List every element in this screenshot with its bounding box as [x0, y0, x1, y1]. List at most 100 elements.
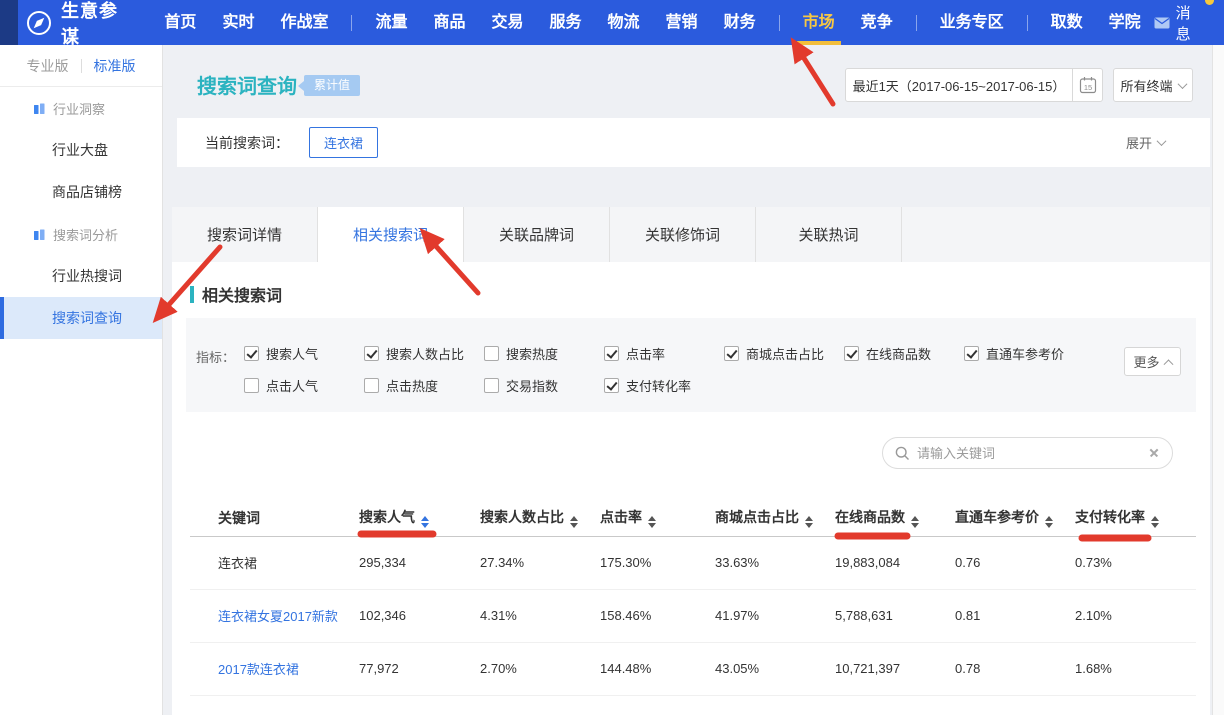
checkbox-icon[interactable]	[964, 346, 979, 361]
checkbox-icon[interactable]	[244, 346, 259, 361]
nav-item-academy[interactable]: 学院	[1096, 0, 1154, 45]
sort-icon[interactable]	[421, 516, 429, 528]
checkbox-search-popularity[interactable]: 搜索人气	[244, 344, 364, 363]
value-cell: 2.70%	[480, 642, 600, 695]
nav-item-logistics[interactable]: 物流	[595, 0, 653, 45]
calendar-segment[interactable]: 15	[1072, 69, 1102, 101]
search-icon	[895, 446, 910, 461]
terminal-dropdown-value: 所有终端	[1120, 76, 1172, 95]
checkbox-icon[interactable]	[244, 378, 259, 393]
sidebar-tab-standard[interactable]: 标准版	[94, 56, 136, 76]
checkbox-icon[interactable]	[604, 378, 619, 393]
checkbox-label: 搜索人气	[266, 344, 318, 363]
checkbox-icon[interactable]	[724, 346, 739, 361]
checkbox-label: 搜索热度	[506, 344, 558, 363]
indicator-panel: 指标： 搜索人气 搜索人数占比 搜索热度 点击率 商城点击占比 在线商品数 直通…	[186, 318, 1196, 412]
checkbox-icon[interactable]	[364, 378, 379, 393]
tab-related-brand-words[interactable]: 关联品牌词	[464, 207, 610, 262]
value-cell: 2.10%	[1075, 589, 1196, 642]
checkbox-label: 搜索人数占比	[386, 344, 464, 363]
value-cell: 33.63%	[715, 536, 835, 589]
checkbox-icon[interactable]	[604, 346, 619, 361]
keyword-cell: 连衣裙	[190, 536, 359, 589]
nav-item-business-zone[interactable]: 业务专区	[927, 0, 1017, 45]
tab-related-search-words[interactable]: 相关搜索词	[318, 207, 464, 262]
nav-divider	[916, 15, 917, 31]
sidebar-group-industry-insight: 行业洞察	[0, 87, 162, 129]
ledger-icon	[33, 102, 46, 115]
sort-icon[interactable]	[805, 516, 813, 528]
sort-icon[interactable]	[1151, 516, 1159, 528]
nav-item-home[interactable]: 首页	[151, 0, 209, 45]
envelope-icon	[1154, 17, 1170, 29]
checkbox-payment-conversion[interactable]: 支付转化率	[604, 376, 724, 395]
nav-item-product[interactable]: 商品	[420, 0, 478, 45]
tab-related-hot-words[interactable]: 关联热词	[756, 207, 902, 262]
clear-icon[interactable]	[1148, 447, 1160, 459]
checkbox-searcher-ratio[interactable]: 搜索人数占比	[364, 344, 484, 363]
column-header-search-popularity: 搜索人气	[359, 500, 480, 536]
nav-item-trade[interactable]: 交易	[479, 0, 537, 45]
sort-icon[interactable]	[911, 516, 919, 528]
checkbox-online-products[interactable]: 在线商品数	[844, 344, 964, 363]
message-button[interactable]: 消息	[1154, 2, 1204, 44]
table-row: 连衣裙 295,334 27.34% 175.30% 33.63% 19,883…	[190, 536, 1196, 589]
sort-icon[interactable]	[570, 516, 578, 528]
nav-item-service[interactable]: 服务	[537, 0, 595, 45]
terminal-dropdown[interactable]: 所有终端	[1113, 68, 1193, 102]
value-cell: 0.73%	[1075, 536, 1196, 589]
checkbox-icon[interactable]	[364, 346, 379, 361]
related-search-words-panel: 相关搜索词 指标： 搜索人气 搜索人数占比 搜索热度 点击率 商城点击占比 在线…	[172, 262, 1210, 715]
value-cell: 19,883,084	[835, 536, 955, 589]
nav-item-market[interactable]: 市场	[790, 0, 848, 45]
checkbox-click-rate[interactable]: 点击率	[604, 344, 724, 363]
brand[interactable]: 生意参谋	[26, 0, 133, 49]
sidebar-item-industry-hot-words[interactable]: 行业热搜词	[0, 255, 162, 297]
checkbox-icon[interactable]	[484, 378, 499, 393]
checkbox-click-popularity[interactable]: 点击人气	[244, 376, 364, 395]
value-cell: 0.76	[955, 536, 1075, 589]
keyword-tag[interactable]: 连衣裙	[309, 127, 378, 158]
nav-item-realtime[interactable]: 实时	[209, 0, 267, 45]
nav-item-marketing[interactable]: 营销	[653, 0, 711, 45]
keyword-link[interactable]: 连衣裙女夏2017新款	[190, 589, 359, 642]
sort-icon[interactable]	[648, 516, 656, 528]
nav-item-data-extract[interactable]: 取数	[1038, 0, 1096, 45]
ledger-icon	[33, 228, 46, 241]
sidebar-tab-professional[interactable]: 专业版	[27, 56, 69, 76]
sidebar-item-industry-overview[interactable]: 行业大盘	[0, 129, 162, 171]
more-button[interactable]: 更多	[1124, 347, 1181, 376]
value-cell: 43.05%	[715, 642, 835, 695]
column-header-online-products: 在线商品数	[835, 500, 955, 536]
checkbox-mall-click-ratio[interactable]: 商城点击占比	[724, 344, 844, 363]
checkbox-label: 点击率	[626, 344, 665, 363]
nav-item-traffic[interactable]: 流量	[362, 0, 420, 45]
tab-related-modifier-words[interactable]: 关联修饰词	[610, 207, 756, 262]
checkbox-search-heat[interactable]: 搜索热度	[484, 344, 604, 363]
value-cell: 0.78	[955, 642, 1075, 695]
checkbox-ztc-reference-price[interactable]: 直通车参考价	[964, 344, 1084, 363]
expand-toggle[interactable]: 展开	[1126, 133, 1165, 152]
section-header: 相关搜索词	[190, 282, 282, 306]
sidebar-item-search-word-query[interactable]: 搜索词查询	[0, 297, 162, 339]
sidebar-item-product-shop-ranking[interactable]: 商品店铺榜	[0, 171, 162, 213]
checkbox-trade-index[interactable]: 交易指数	[484, 376, 604, 395]
sort-icon[interactable]	[1045, 516, 1053, 528]
nav-item-competition[interactable]: 竞争	[848, 0, 906, 45]
keyword-link[interactable]: 2017款连衣裙	[190, 642, 359, 695]
value-cell: 0.81	[955, 589, 1075, 642]
checkbox-icon[interactable]	[484, 346, 499, 361]
checkbox-click-heat[interactable]: 点击热度	[364, 376, 484, 395]
nav-item-finance[interactable]: 财务	[711, 0, 769, 45]
column-header-keyword: 关键词	[190, 500, 359, 536]
value-cell: 295,334	[359, 536, 480, 589]
checkbox-icon[interactable]	[844, 346, 859, 361]
tab-search-word-detail[interactable]: 搜索词详情	[172, 207, 318, 262]
date-range-picker[interactable]: 最近1天（2017-06-15~2017-06-15） 15	[845, 68, 1103, 102]
current-keyword-panel: 当前搜索词： 连衣裙 展开	[177, 118, 1210, 167]
current-keyword-label: 当前搜索词：	[205, 133, 289, 153]
keyword-search-input[interactable]	[917, 446, 1141, 461]
scrollbar-track[interactable]	[1212, 45, 1224, 715]
nav-item-war-room[interactable]: 作战室	[267, 0, 341, 45]
sidebar: 专业版 标准版 行业洞察 行业大盘 商品店铺榜 搜索词分析	[0, 45, 163, 715]
